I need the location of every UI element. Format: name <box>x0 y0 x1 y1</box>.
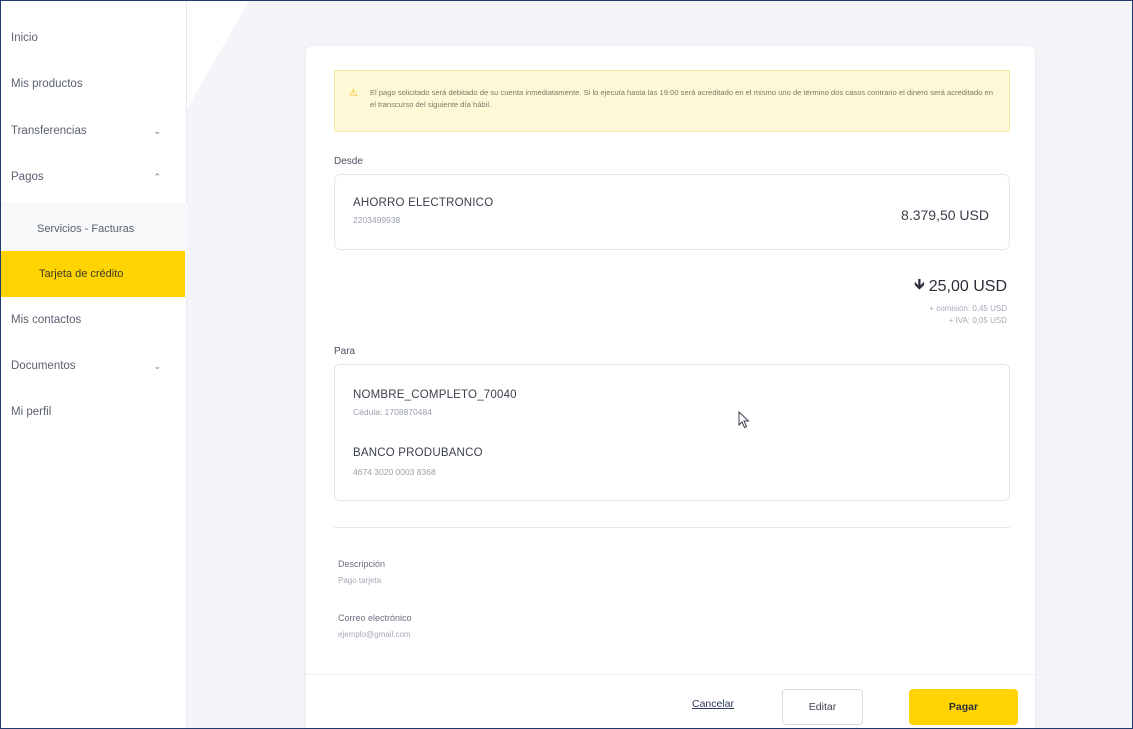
source-account-balance: 8.379,50 USD <box>901 207 989 223</box>
sidebar-subitem-label: Tarjeta de crédito <box>39 268 124 280</box>
edit-button-label: Editar <box>808 701 837 713</box>
transfer-amount-value: 25,00 USD <box>928 277 1007 295</box>
info-alert: ⚠ El pago solicitado será debitado de su… <box>334 70 1010 132</box>
description-label: Descripción <box>338 559 386 569</box>
sidebar-item-label: Documentos <box>11 360 76 372</box>
alert-text: El pago solicitado será debitado de su c… <box>369 88 994 109</box>
from-label: Desde <box>334 156 363 167</box>
footer-divider <box>306 674 1035 675</box>
sidebar-item-transferencias[interactable]: Transferencias ⌄ <box>1 108 187 154</box>
chevron-down-icon: ⌄ <box>153 125 161 136</box>
recipient-bank: BANCO PRODUBANCO <box>353 447 483 459</box>
recipient-card-number: 4674 3020 0003 8368 <box>353 467 436 477</box>
sidebar-subitem-label: Servicios - Facturas <box>37 223 135 235</box>
sidebar-subitem-tarjeta-credito[interactable]: Tarjeta de crédito <box>1 251 185 297</box>
to-label: Para <box>334 346 356 357</box>
email-label: Correo electrónico <box>338 613 412 623</box>
sidebar-item-mis-contactos[interactable]: Mis contactos <box>1 297 187 343</box>
sidebar-item-mis-productos[interactable]: Mis productos <box>1 61 187 107</box>
sidebar-item-label: Mis contactos <box>11 314 82 326</box>
payment-summary-card: ⚠ El pago solicitado será debitado de su… <box>306 46 1035 728</box>
sidebar-item-label: Inicio <box>11 32 38 44</box>
sidebar-item-documentos[interactable]: Documentos ⌄ <box>1 343 187 389</box>
section-divider <box>334 527 1010 528</box>
edit-button[interactable]: Editar <box>782 689 863 725</box>
arrow-down-icon: 🡻 <box>913 276 925 293</box>
chevron-down-icon: ⌄ <box>153 360 161 371</box>
pay-button-label: Pagar <box>948 701 979 713</box>
iva-text: + IVA: 0,05 USD <box>948 316 1007 325</box>
sidebar-item-mi-perfil[interactable]: Mi perfil <box>1 389 187 435</box>
recipient-id: Cédula: 1708870484 <box>353 407 432 417</box>
sidebar-item-pagos[interactable]: Pagos ⌃ <box>1 154 187 200</box>
sidebar-item-label: Transferencias <box>11 125 87 137</box>
source-account-number: 2203499938 <box>353 215 401 225</box>
warning-icon: ⚠ <box>349 88 358 99</box>
chevron-up-icon: ⌃ <box>153 171 161 182</box>
sidebar-subitem-servicios-facturas[interactable]: Servicios - Facturas <box>1 206 187 252</box>
commission-text: + comisión: 0,45 USD <box>929 304 1007 313</box>
sidebar: Inicio Mis productos Transferencias ⌄ Pa… <box>1 1 187 728</box>
recipient-name: NOMBRE_COMPLETO_70040 <box>353 389 517 401</box>
source-account-name: AHORRO ELECTRONICO <box>353 197 494 209</box>
cancel-button[interactable]: Cancelar <box>692 698 734 710</box>
sidebar-item-label: Mis productos <box>11 78 83 90</box>
email-value: ejemplo@gmail.com <box>338 630 411 639</box>
pay-button[interactable]: Pagar <box>909 689 1018 725</box>
sidebar-item-label: Mi perfil <box>11 406 52 418</box>
sidebar-item-label: Pagos <box>11 171 44 183</box>
mouse-cursor-icon <box>738 411 750 429</box>
source-account-box: AHORRO ELECTRONICO 2203499938 8.379,50 U… <box>334 174 1010 250</box>
description-value: Pago tarjeta <box>338 576 382 585</box>
sidebar-item-inicio[interactable]: Inicio <box>1 15 187 61</box>
destination-box: NOMBRE_COMPLETO_70040 Cédula: 1708870484… <box>334 364 1010 501</box>
transfer-amount: 🡻 25,00 USD <box>914 274 1007 299</box>
